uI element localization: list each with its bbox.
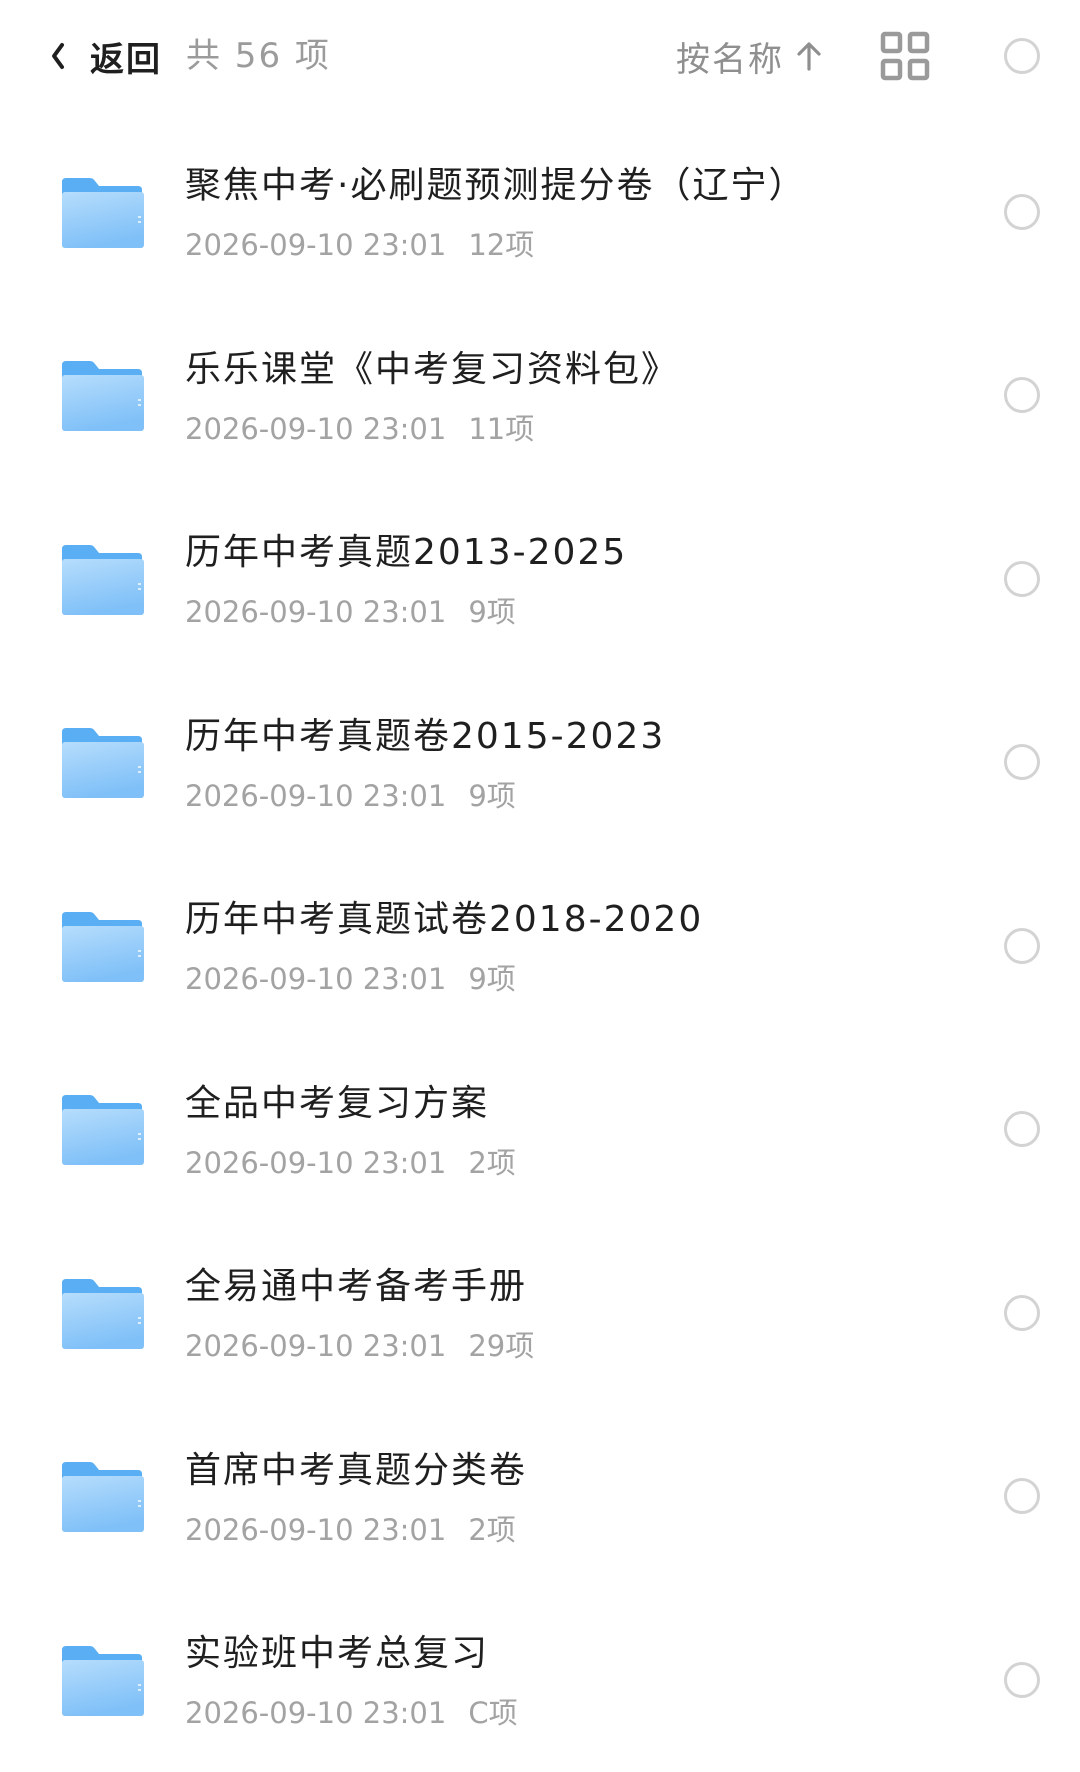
folder-meta: 2026-09-10 23:01 29项 (185, 1323, 534, 1365)
row-checkbox[interactable] (1004, 560, 1040, 597)
item-count: 共 56 项 (186, 36, 331, 76)
back-button[interactable]: 返回 (44, 28, 162, 84)
folder-date: 2026-09-10 23:01 (185, 1329, 447, 1363)
sort-label: 按名称 (676, 39, 784, 80)
folder-item-count: 9项 (468, 595, 516, 629)
folder-icon (62, 1645, 144, 1716)
folder-date: 2026-09-10 23:01 (185, 1512, 447, 1547)
folder-date: 2026-09-10 23:01 (185, 778, 447, 813)
folder-item-count: 29项 (468, 1329, 535, 1363)
folder-date: 2026-09-10 23:01 (185, 228, 447, 262)
folder-item-count: 9项 (468, 962, 516, 996)
folder-date: 2026-09-10 23:01 (185, 411, 447, 446)
folder-item-count: 11项 (468, 411, 535, 446)
folder-row[interactable]: 全品中考复习方案 2026-09-10 23:01 2项 (0, 1038, 1080, 1222)
row-checkbox[interactable] (1004, 1661, 1040, 1698)
top-bar: 返回 共 56 项 按名称 (0, 0, 1080, 112)
folder-name: 历年中考真题试卷2018-2020 (185, 899, 704, 940)
folder-row[interactable]: 历年中考真题卷2015-2023 2026-09-10 23:01 9项 (0, 671, 1080, 855)
folder-name: 聚焦中考·必刷题预测提分卷（辽宁） (185, 165, 807, 206)
folder-row[interactable]: 历年中考真题2013-2025 2026-09-10 23:01 9项 (0, 487, 1080, 671)
folder-date: 2026-09-10 23:01 (185, 962, 447, 996)
arrow-up-icon (794, 36, 824, 76)
folder-meta: 2026-09-10 23:01 9项 (185, 773, 516, 815)
folder-date: 2026-09-10 23:01 (185, 1696, 447, 1730)
folder-item-count: 12项 (468, 228, 535, 262)
chevron-left-icon (44, 36, 72, 76)
folder-icon (62, 1095, 144, 1166)
folder-icon (62, 911, 144, 982)
folder-name: 历年中考真题2013-2025 (185, 532, 628, 573)
folder-name: 全品中考复习方案 (185, 1082, 490, 1124)
folder-item-count: 9项 (468, 778, 516, 813)
folder-meta: 2026-09-10 23:01 9项 (185, 956, 516, 998)
folder-meta: 2026-09-10 23:01 2项 (185, 1507, 516, 1549)
folder-icon (62, 1278, 144, 1349)
folder-meta: 2026-09-10 23:01 12项 (185, 222, 534, 264)
folder-icon (62, 544, 144, 615)
folder-row[interactable]: 首席中考真题分类卷 2026-09-10 23:01 2项 (0, 1405, 1080, 1589)
back-label: 返回 (90, 39, 162, 80)
folder-meta: 2026-09-10 23:01 9项 (185, 589, 516, 631)
folder-row[interactable]: 全易通中考备考手册 2026-09-10 23:01 29项 (0, 1221, 1080, 1405)
folder-item-count: 2项 (468, 1512, 516, 1547)
folder-name: 历年中考真题卷2015-2023 (185, 715, 666, 757)
folder-meta: 2026-09-10 23:01 C项 (185, 1690, 518, 1732)
folder-icon (62, 177, 144, 248)
select-all-checkbox[interactable] (1004, 38, 1040, 74)
folder-row[interactable]: 实验班中考总复习 2026-09-10 23:01 C项 (0, 1588, 1080, 1772)
row-checkbox[interactable] (1004, 377, 1040, 414)
folder-meta: 2026-09-10 23:01 11项 (185, 406, 534, 448)
folder-item-count: 2项 (468, 1145, 516, 1180)
folder-icon (62, 1462, 144, 1533)
folder-meta: 2026-09-10 23:01 2项 (185, 1140, 516, 1182)
folder-row[interactable]: 历年中考真题试卷2018-2020 2026-09-10 23:01 9项 (0, 854, 1080, 1038)
folder-name: 首席中考真题分类卷 (185, 1449, 528, 1491)
folder-icon (62, 728, 144, 799)
row-checkbox[interactable] (1004, 927, 1040, 964)
folder-name: 实验班中考总复习 (185, 1633, 490, 1674)
folder-date: 2026-09-10 23:01 (185, 595, 447, 629)
row-checkbox[interactable] (1004, 1111, 1040, 1148)
folder-list: 聚焦中考·必刷题预测提分卷（辽宁） 2026-09-10 23:01 12项 乐乐… (0, 120, 1080, 1772)
row-checkbox[interactable] (1004, 193, 1040, 230)
folder-icon (62, 361, 144, 432)
row-checkbox[interactable] (1004, 1294, 1040, 1331)
folder-name: 乐乐课堂《中考复习资料包》 (185, 348, 680, 390)
folder-date: 2026-09-10 23:01 (185, 1145, 447, 1180)
folder-row[interactable]: 聚焦中考·必刷题预测提分卷（辽宁） 2026-09-10 23:01 12项 (0, 120, 1080, 304)
grid-view-button[interactable] (880, 31, 930, 81)
row-checkbox[interactable] (1004, 1478, 1040, 1515)
folder-item-count: C项 (468, 1696, 518, 1730)
folder-row[interactable]: 乐乐课堂《中考复习资料包》 2026-09-10 23:01 11项 (0, 304, 1080, 488)
row-checkbox[interactable] (1004, 744, 1040, 781)
sort-by-name-button[interactable]: 按名称 (676, 28, 824, 84)
grid-view-icon (880, 31, 930, 81)
folder-name: 全易通中考备考手册 (185, 1266, 528, 1307)
